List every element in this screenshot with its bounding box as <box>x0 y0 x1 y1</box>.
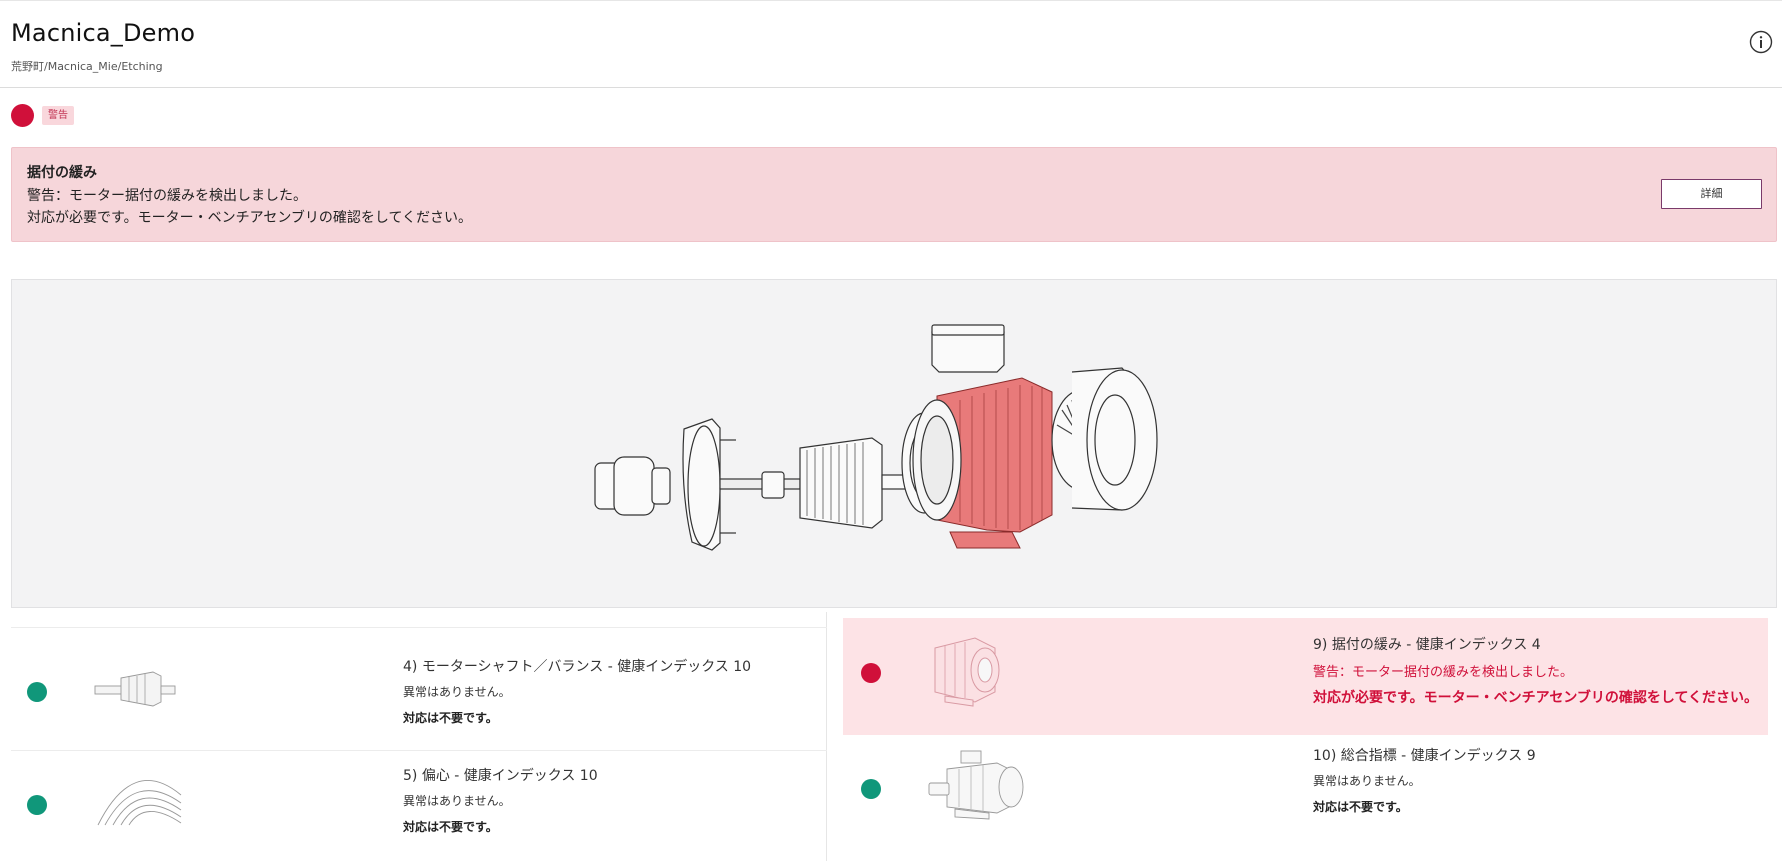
card-action: 対応は不要です。 <box>403 820 498 834</box>
component-card[interactable]: 10) 総合指標 - 健康インデックス 9 異常はありません。 対応は不要です。 <box>843 735 1768 861</box>
card-title: 9) 据付の緩み - 健康インデックス 4 <box>1313 637 1541 653</box>
alert-banner: 据付の緩み 警告：モーター据付の緩みを検出しました。 対応が必要です。モーター・… <box>11 147 1777 242</box>
health-status-dot <box>861 779 881 799</box>
component-card-alert[interactable]: 9) 据付の緩み - 健康インデックス 4 警告：モーター据付の緩みを検出しまし… <box>843 618 1768 735</box>
rotor-icon <box>94 671 176 707</box>
detail-button[interactable]: 詳細 <box>1661 179 1762 209</box>
card-status: 異常はありません。 <box>1313 774 1421 788</box>
rotor-part <box>799 437 909 529</box>
cards-column-left: 4) モーターシャフト／バランス - 健康インデックス 10 異常はありません。… <box>11 612 827 861</box>
alert-title: 据付の緩み <box>27 165 97 181</box>
motor-3d-viewer[interactable] <box>11 279 1777 608</box>
page-title: Macnica_Demo <box>11 19 196 47</box>
card-action: 対応が必要です。モーター・ベンチアセンブリの確認をしてください。 <box>1313 690 1759 706</box>
alert-message: 警告：モーター据付の緩みを検出しました。 <box>27 188 307 204</box>
card-title: 10) 総合指標 - 健康インデックス 9 <box>1313 748 1536 764</box>
terminal-box-part <box>931 324 1005 373</box>
eccentric-icon <box>97 780 182 826</box>
component-card[interactable]: 4) モーターシャフト／バランス - 健康インデックス 10 異常はありません。… <box>11 627 827 751</box>
motor-housing-icon <box>934 637 1000 707</box>
coupling-part <box>594 456 671 516</box>
breadcrumb[interactable]: 荒野町/Macnica_Mie/Etching <box>11 58 163 74</box>
component-card[interactable]: 5) 偏心 - 健康インデックス 10 異常はありません。 対応は不要です。 <box>11 751 827 861</box>
status-indicator-dot <box>11 104 34 127</box>
motor-overall-icon <box>928 750 1024 820</box>
fan-cover-part <box>1071 367 1158 511</box>
health-status-dot <box>27 795 47 815</box>
page-header: Macnica_Demo 荒野町/Macnica_Mie/Etching <box>0 0 1782 88</box>
card-status: 異常はありません。 <box>403 685 511 699</box>
component-cards: 4) モーターシャフト／バランス - 健康インデックス 10 異常はありません。… <box>0 612 1782 861</box>
health-status-dot <box>27 682 47 702</box>
card-title: 4) モーターシャフト／バランス - 健康インデックス 10 <box>403 659 752 675</box>
health-status-dot <box>861 663 881 683</box>
status-badge: 警告 <box>42 106 74 125</box>
cards-column-right: 9) 据付の緩み - 健康インデックス 4 警告：モーター据付の緩みを検出しまし… <box>843 612 1768 861</box>
card-status: 異常はありません。 <box>403 794 511 808</box>
exploded-motor-illustration <box>594 324 1158 551</box>
alert-recommendation: 対応が必要です。モーター・ベンチアセンブリの確認をしてください。 <box>27 210 473 226</box>
card-action: 対応は不要です。 <box>403 711 498 725</box>
card-title: 5) 偏心 - 健康インデックス 10 <box>403 768 598 784</box>
card-action: 対応は不要です。 <box>1313 800 1408 814</box>
info-icon[interactable] <box>1749 30 1773 54</box>
card-status: 警告：モーター据付の緩みを検出しました。 <box>1313 665 1574 680</box>
